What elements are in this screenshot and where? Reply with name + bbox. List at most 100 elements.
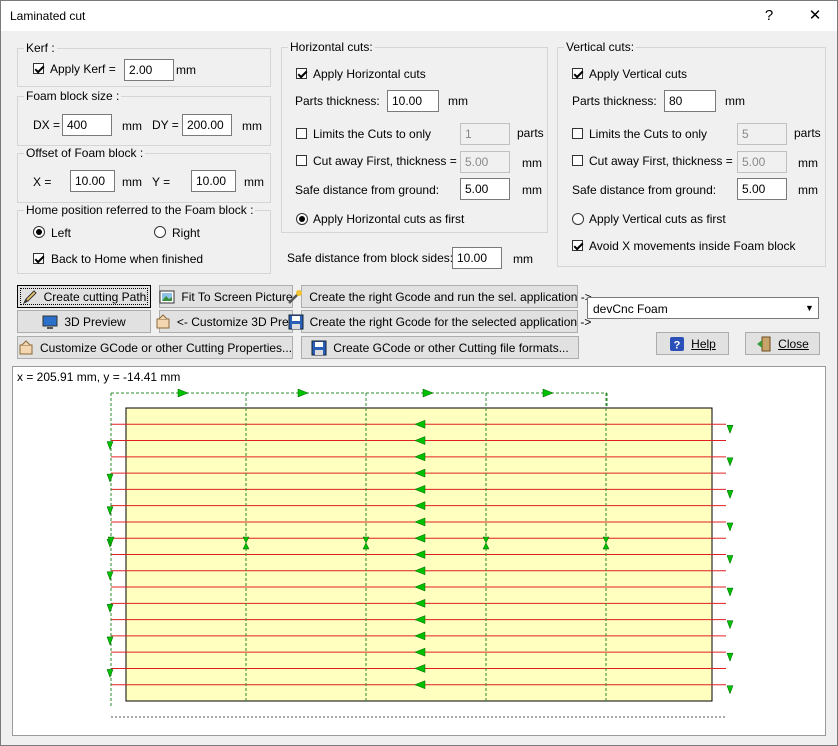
down-arrow <box>106 604 114 614</box>
top-arrow <box>177 388 189 398</box>
offset-legend: Offset of Foam block : <box>24 146 146 160</box>
apply-horizontal-label: Apply Horizontal cuts <box>313 67 426 81</box>
home-legend: Home position referred to the Foam block… <box>24 203 256 217</box>
down-arrow <box>726 685 734 695</box>
help-button[interactable]: ? Help <box>656 332 729 355</box>
home-right-radio[interactable] <box>154 226 166 238</box>
offset-y-label: Y = <box>152 175 171 189</box>
block-sides-unit: mm <box>513 252 533 266</box>
title-bar: Laminated cut ? ✕ <box>1 1 837 31</box>
gcode-selected-label: Create the right Gcode for the selected … <box>309 314 592 329</box>
v-first-radio[interactable] <box>572 213 584 225</box>
avoid-x-label: Avoid X movements inside Foam block <box>589 239 796 253</box>
gcode-selected-button[interactable]: Create the right Gcode for the selected … <box>288 310 591 333</box>
customize-gcode-label: Customize GCode or other Cutting Propert… <box>39 340 293 355</box>
close-button[interactable]: Close <box>745 332 820 355</box>
v-limit-unit: parts <box>794 126 821 140</box>
kerf-legend: Kerf : <box>24 41 57 55</box>
v-thickness-unit: mm <box>725 94 745 108</box>
customize-gcode-button[interactable]: Customize GCode or other Cutting Propert… <box>17 336 293 359</box>
v-first-label: Apply Vertical cuts as first <box>589 212 726 226</box>
h-limit-unit: parts <box>517 126 544 140</box>
fit-screen-label: Fit To Screen Picture <box>181 289 293 304</box>
h-safe-input[interactable] <box>460 178 510 200</box>
home-group: Home position referred to the Foam block… <box>17 203 271 274</box>
back-home-label: Back to Home when finished <box>51 252 204 266</box>
application-select[interactable]: devCnc Foam ▼ <box>587 297 819 319</box>
horizontal-legend: Horizontal cuts: <box>288 40 375 54</box>
h-cutaway-checkbox[interactable] <box>296 155 307 166</box>
dx-label: DX = <box>33 118 61 132</box>
avoid-x-checkbox[interactable] <box>572 240 583 251</box>
v-safe-input[interactable] <box>737 178 787 200</box>
down-arrow <box>726 620 734 630</box>
save-icon <box>311 340 327 355</box>
wand-icon <box>288 289 303 304</box>
offset-group: Offset of Foam block : X = mm Y = mm <box>17 146 271 203</box>
dx-input[interactable] <box>62 114 112 136</box>
exit-door-icon <box>757 336 771 351</box>
vertical-cuts-group: Vertical cuts: Apply Vertical cuts Parts… <box>557 40 826 267</box>
dy-input[interactable] <box>182 114 232 136</box>
preview-canvas[interactable]: x = 205.91 mm, y = -14.41 mm <box>12 366 826 736</box>
customize-3d-button[interactable]: <- Customize 3D Prev. <box>156 310 297 333</box>
foam-block-group: Foam block size : DX = mm DY = mm <box>17 89 271 146</box>
down-arrow <box>726 490 734 500</box>
monitor-icon <box>42 315 58 329</box>
back-home-checkbox[interactable] <box>33 253 44 264</box>
h-cutaway-input[interactable] <box>460 151 510 173</box>
chevron-down-icon[interactable]: ▼ <box>801 298 818 318</box>
top-arrow <box>297 388 309 398</box>
down-arrow <box>726 587 734 597</box>
create-formats-button[interactable]: Create GCode or other Cutting file forma… <box>301 336 579 359</box>
top-arrow <box>542 388 554 398</box>
v-cutaway-label: Cut away First, thickness = <box>589 154 733 168</box>
run-application-label: Create the right Gcode and run the sel. … <box>309 289 592 304</box>
application-select-value: devCnc Foam <box>593 302 668 316</box>
help-title-button[interactable]: ? <box>749 1 789 31</box>
dialog-window: Laminated cut ? ✕ Kerf : Apply Kerf = mm… <box>0 0 838 746</box>
offset-y-input[interactable] <box>191 170 236 192</box>
fit-screen-button[interactable]: Fit To Screen Picture <box>159 285 293 308</box>
apply-horizontal-checkbox[interactable] <box>296 68 307 79</box>
preview-3d-button[interactable]: 3D Preview <box>17 310 151 333</box>
offset-x-label: X = <box>33 175 52 189</box>
create-cutting-path-button[interactable]: Create cutting Path <box>17 285 151 308</box>
h-cutaway-label: Cut away First, thickness = <box>313 154 457 168</box>
kerf-unit: mm <box>176 63 196 77</box>
v-thickness-input[interactable] <box>664 90 716 112</box>
v-cutaway-unit: mm <box>798 156 818 170</box>
v-limit-checkbox[interactable] <box>572 128 583 139</box>
v-safe-label: Safe distance from ground: <box>572 183 717 197</box>
h-first-radio[interactable] <box>296 213 308 225</box>
run-application-button[interactable]: Create the right Gcode and run the sel. … <box>288 285 592 308</box>
kerf-group: Kerf : Apply Kerf = mm <box>17 41 271 87</box>
home-left-radio[interactable] <box>33 226 45 238</box>
create-formats-label: Create GCode or other Cutting file forma… <box>333 340 569 355</box>
v-limit-input[interactable] <box>737 123 787 145</box>
home-right-label: Right <box>172 226 201 240</box>
dy-unit: mm <box>242 119 262 133</box>
customize-3d-label: <- Customize 3D Prev. <box>176 314 298 329</box>
h-safe-unit: mm <box>522 183 542 197</box>
foam-block-legend: Foam block size : <box>24 89 122 103</box>
block-sides-input[interactable] <box>452 247 502 269</box>
settings-hand-icon <box>19 339 33 354</box>
offset-x-unit: mm <box>122 175 142 189</box>
offset-x-input[interactable] <box>70 170 115 192</box>
apply-vertical-checkbox[interactable] <box>572 68 583 79</box>
down-arrow <box>106 669 114 679</box>
apply-kerf-checkbox[interactable] <box>33 63 44 74</box>
pencil-icon <box>22 289 37 304</box>
down-arrow <box>106 441 114 451</box>
v-cutaway-checkbox[interactable] <box>572 155 583 166</box>
h-cutaway-unit: mm <box>522 156 542 170</box>
h-limit-checkbox[interactable] <box>296 128 307 139</box>
v-cutaway-input[interactable] <box>737 151 787 173</box>
kerf-input[interactable] <box>124 59 174 81</box>
h-thickness-input[interactable] <box>387 90 439 112</box>
offset-y-unit: mm <box>244 175 264 189</box>
h-limit-input[interactable] <box>460 123 510 145</box>
close-title-button[interactable]: ✕ <box>795 1 835 31</box>
help-icon: ? <box>670 336 685 351</box>
